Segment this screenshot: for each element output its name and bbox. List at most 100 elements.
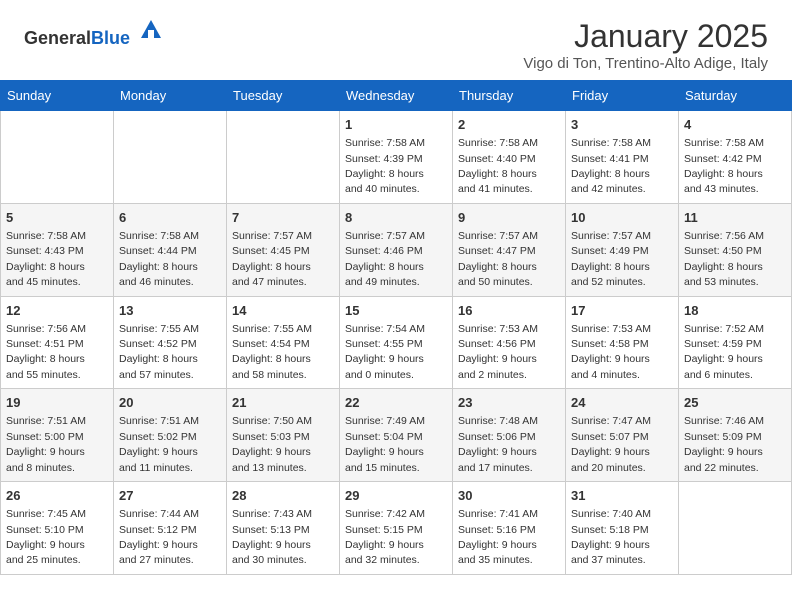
weekday-header: Friday — [566, 81, 679, 111]
day-info: Sunrise: 7:58 AM Sunset: 4:43 PM Dayligh… — [6, 230, 86, 288]
calendar-cell: 8 Sunrise: 7:57 AM Sunset: 4:46 PM Daylig… — [340, 203, 453, 296]
day-number: 22 — [345, 394, 447, 412]
calendar-cell: 23 Sunrise: 7:48 AM Sunset: 5:06 PM Dayli… — [453, 389, 566, 482]
calendar-cell: 21 Sunrise: 7:50 AM Sunset: 5:03 PM Dayli… — [227, 389, 340, 482]
day-info: Sunrise: 7:53 AM Sunset: 4:58 PM Dayligh… — [571, 323, 651, 381]
day-number: 23 — [458, 394, 560, 412]
calendar-cell: 16 Sunrise: 7:53 AM Sunset: 4:56 PM Dayli… — [453, 296, 566, 389]
weekday-header: Tuesday — [227, 81, 340, 111]
day-number: 16 — [458, 302, 560, 320]
day-number: 8 — [345, 209, 447, 227]
day-number: 17 — [571, 302, 673, 320]
calendar-cell: 7Sunrise: 7:57 AM Sunset: 4:45 PM Daylig… — [227, 203, 340, 296]
day-number: 9 — [458, 209, 560, 227]
calendar-week-row: 19Sunrise: 7:51 AM Sunset: 5:00 PM Dayli… — [1, 389, 792, 482]
logo-blue-text: Blue — [91, 28, 130, 48]
day-number: 18 — [684, 302, 786, 320]
day-number: 20 — [119, 394, 221, 412]
calendar-cell: 11 Sunrise: 7:56 AM Sunset: 4:50 PM Dayli… — [679, 203, 792, 296]
calendar-cell: 9 Sunrise: 7:57 AM Sunset: 4:47 PM Daylig… — [453, 203, 566, 296]
day-info: Sunrise: 7:58 AM Sunset: 4:41 PM Dayligh… — [571, 137, 651, 195]
calendar-cell: 14Sunrise: 7:55 AM Sunset: 4:54 PM Dayli… — [227, 296, 340, 389]
day-info: Sunrise: 7:52 AM Sunset: 4:59 PM Dayligh… — [684, 323, 764, 381]
calendar-cell: 3 Sunrise: 7:58 AM Sunset: 4:41 PM Daylig… — [566, 111, 679, 204]
calendar-week-row: 12Sunrise: 7:56 AM Sunset: 4:51 PM Dayli… — [1, 296, 792, 389]
calendar-cell: 24 Sunrise: 7:47 AM Sunset: 5:07 PM Dayli… — [566, 389, 679, 482]
day-info: Sunrise: 7:57 AM Sunset: 4:47 PM Dayligh… — [458, 230, 538, 288]
logo-general-text: General — [24, 28, 91, 48]
calendar-cell: 29 Sunrise: 7:42 AM Sunset: 5:15 PM Dayli… — [340, 482, 453, 575]
calendar-cell: 17 Sunrise: 7:53 AM Sunset: 4:58 PM Dayli… — [566, 296, 679, 389]
day-number: 25 — [684, 394, 786, 412]
day-number: 31 — [571, 487, 673, 505]
day-info: Sunrise: 7:53 AM Sunset: 4:56 PM Dayligh… — [458, 323, 538, 381]
day-number: 7 — [232, 209, 334, 227]
calendar-cell — [227, 111, 340, 204]
day-info: Sunrise: 7:45 AM Sunset: 5:10 PM Dayligh… — [6, 508, 86, 566]
day-info: Sunrise: 7:56 AM Sunset: 4:50 PM Dayligh… — [684, 230, 764, 288]
day-info: Sunrise: 7:43 AM Sunset: 5:13 PM Dayligh… — [232, 508, 312, 566]
day-info: Sunrise: 7:58 AM Sunset: 4:44 PM Dayligh… — [119, 230, 199, 288]
calendar-week-row: 26Sunrise: 7:45 AM Sunset: 5:10 PM Dayli… — [1, 482, 792, 575]
calendar-cell: 25Sunrise: 7:46 AM Sunset: 5:09 PM Dayli… — [679, 389, 792, 482]
calendar-week-row: 1 Sunrise: 7:58 AM Sunset: 4:39 PM Daylig… — [1, 111, 792, 204]
day-number: 14 — [232, 302, 334, 320]
calendar-cell: 31Sunrise: 7:40 AM Sunset: 5:18 PM Dayli… — [566, 482, 679, 575]
calendar-cell: 15 Sunrise: 7:54 AM Sunset: 4:55 PM Dayli… — [340, 296, 453, 389]
day-number: 12 — [6, 302, 108, 320]
day-number: 5 — [6, 209, 108, 227]
title-block: January 2025 Vigo di Ton, Trentino-Alto … — [523, 18, 768, 72]
calendar-cell: 30 Sunrise: 7:41 AM Sunset: 5:16 PM Dayli… — [453, 482, 566, 575]
page-header: GeneralBlue January 2025 Vigo di Ton, Tr… — [0, 0, 792, 80]
day-info: Sunrise: 7:48 AM Sunset: 5:06 PM Dayligh… — [458, 415, 538, 473]
calendar-cell: 28 Sunrise: 7:43 AM Sunset: 5:13 PM Dayli… — [227, 482, 340, 575]
day-info: Sunrise: 7:58 AM Sunset: 4:40 PM Dayligh… — [458, 137, 538, 195]
calendar-cell: 22 Sunrise: 7:49 AM Sunset: 5:04 PM Dayli… — [340, 389, 453, 482]
day-info: Sunrise: 7:51 AM Sunset: 5:00 PM Dayligh… — [6, 415, 86, 473]
day-number: 4 — [684, 116, 786, 134]
weekday-header: Sunday — [1, 81, 114, 111]
logo: GeneralBlue — [24, 18, 165, 49]
day-info: Sunrise: 7:42 AM Sunset: 5:15 PM Dayligh… — [345, 508, 425, 566]
day-number: 24 — [571, 394, 673, 412]
day-info: Sunrise: 7:51 AM Sunset: 5:02 PM Dayligh… — [119, 415, 199, 473]
day-info: Sunrise: 7:55 AM Sunset: 4:52 PM Dayligh… — [119, 323, 199, 381]
calendar-cell: 13 Sunrise: 7:55 AM Sunset: 4:52 PM Dayli… — [114, 296, 227, 389]
day-info: Sunrise: 7:58 AM Sunset: 4:39 PM Dayligh… — [345, 137, 425, 195]
calendar-cell: 5 Sunrise: 7:58 AM Sunset: 4:43 PM Daylig… — [1, 203, 114, 296]
calendar-header-row: SundayMondayTuesdayWednesdayThursdayFrid… — [1, 81, 792, 111]
weekday-header: Wednesday — [340, 81, 453, 111]
day-info: Sunrise: 7:57 AM Sunset: 4:46 PM Dayligh… — [345, 230, 425, 288]
day-number: 3 — [571, 116, 673, 134]
day-info: Sunrise: 7:47 AM Sunset: 5:07 PM Dayligh… — [571, 415, 651, 473]
day-number: 6 — [119, 209, 221, 227]
calendar-cell — [114, 111, 227, 204]
day-info: Sunrise: 7:49 AM Sunset: 5:04 PM Dayligh… — [345, 415, 425, 473]
day-number: 29 — [345, 487, 447, 505]
page-location: Vigo di Ton, Trentino-Alto Adige, Italy — [523, 55, 768, 72]
calendar-table: SundayMondayTuesdayWednesdayThursdayFrid… — [0, 80, 792, 575]
day-number: 27 — [119, 487, 221, 505]
day-number: 13 — [119, 302, 221, 320]
day-number: 11 — [684, 209, 786, 227]
day-number: 30 — [458, 487, 560, 505]
calendar-cell: 1 Sunrise: 7:58 AM Sunset: 4:39 PM Daylig… — [340, 111, 453, 204]
weekday-header: Thursday — [453, 81, 566, 111]
day-number: 15 — [345, 302, 447, 320]
day-number: 21 — [232, 394, 334, 412]
calendar-cell: 12Sunrise: 7:56 AM Sunset: 4:51 PM Dayli… — [1, 296, 114, 389]
day-number: 1 — [345, 116, 447, 134]
weekday-header: Monday — [114, 81, 227, 111]
day-info: Sunrise: 7:41 AM Sunset: 5:16 PM Dayligh… — [458, 508, 538, 566]
day-info: Sunrise: 7:50 AM Sunset: 5:03 PM Dayligh… — [232, 415, 312, 473]
day-info: Sunrise: 7:44 AM Sunset: 5:12 PM Dayligh… — [119, 508, 199, 566]
calendar-cell: 19Sunrise: 7:51 AM Sunset: 5:00 PM Dayli… — [1, 389, 114, 482]
calendar-cell: 2Sunrise: 7:58 AM Sunset: 4:40 PM Daylig… — [453, 111, 566, 204]
calendar-cell — [1, 111, 114, 204]
day-info: Sunrise: 7:54 AM Sunset: 4:55 PM Dayligh… — [345, 323, 425, 381]
weekday-header: Saturday — [679, 81, 792, 111]
day-number: 28 — [232, 487, 334, 505]
calendar-cell: 4Sunrise: 7:58 AM Sunset: 4:42 PM Daylig… — [679, 111, 792, 204]
calendar-cell: 10Sunrise: 7:57 AM Sunset: 4:49 PM Dayli… — [566, 203, 679, 296]
logo-icon — [137, 16, 165, 44]
